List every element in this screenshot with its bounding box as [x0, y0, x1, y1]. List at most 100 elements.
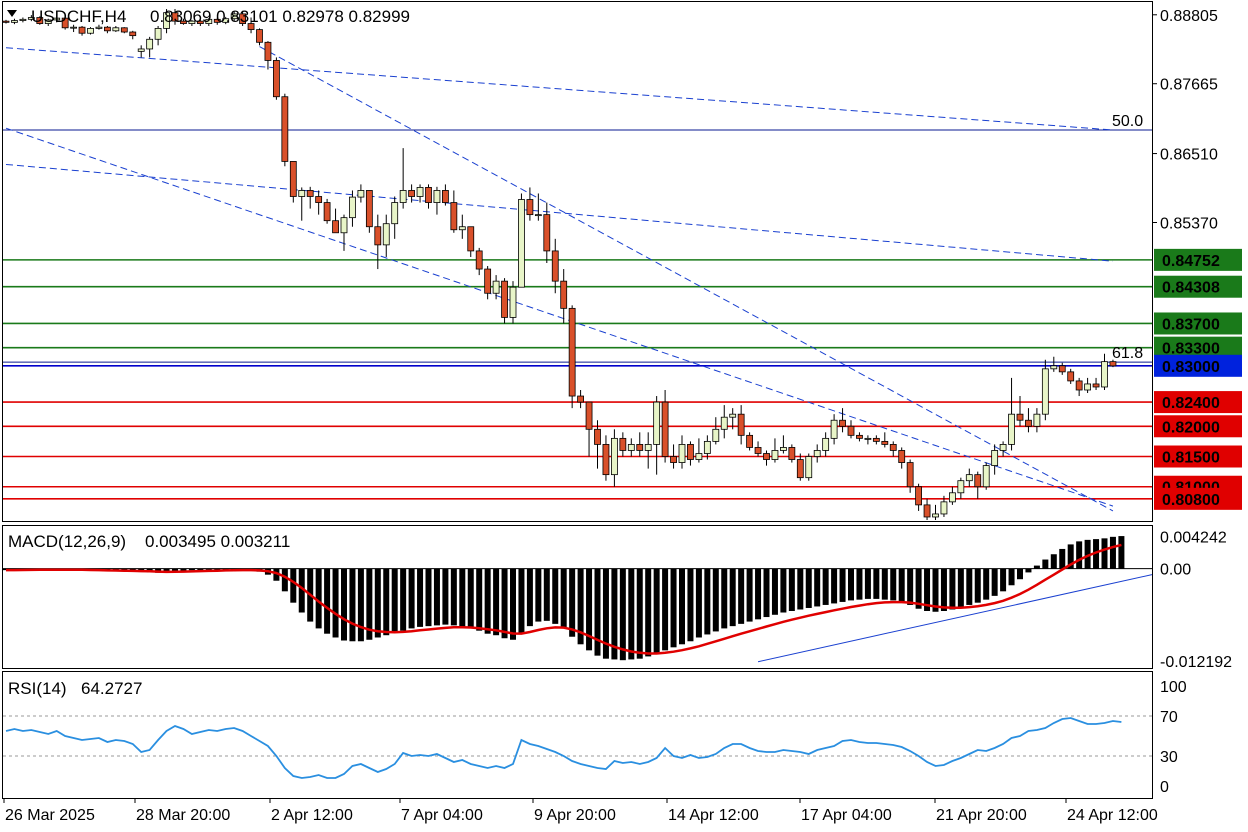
macd-bar — [890, 568, 897, 601]
macd-bar — [1076, 541, 1083, 569]
macd-bar — [628, 568, 635, 660]
macd-bar — [560, 568, 567, 629]
x-tick-label: 17 Apr 04:00 — [801, 807, 892, 824]
bull-candle — [830, 419, 838, 439]
y-tick-label: 0.85370 — [1160, 215, 1218, 232]
macd-bar — [1000, 568, 1007, 592]
bull-candle — [678, 444, 686, 463]
bear-candle — [974, 474, 982, 488]
bear-candle — [1067, 371, 1075, 382]
bear-candle — [1092, 383, 1100, 388]
bull-candle — [19, 18, 27, 21]
bear-candle — [78, 26, 86, 34]
rsi-value: 64.2727 — [81, 679, 142, 698]
bull-candle — [611, 437, 618, 476]
macd-bar — [856, 568, 863, 600]
trend-line — [5, 47, 1113, 131]
macd-bar — [543, 568, 550, 621]
macd-bar — [374, 568, 381, 638]
bear-candle — [670, 456, 677, 463]
rsi-panel-frame — [2, 671, 1153, 799]
bull-candle — [87, 27, 94, 34]
macd-bar — [831, 568, 838, 604]
macd-bar — [518, 568, 525, 634]
ohlc-values: 0.83069 0.83101 0.82978 0.82999 — [150, 7, 410, 26]
price-panel[interactable]: 50.0 61.8 — [2, 9, 1152, 520]
bull-candle — [70, 26, 77, 29]
bear-candle — [289, 161, 297, 197]
bull-candle — [712, 428, 720, 442]
bull-candle — [154, 27, 162, 40]
bear-candle — [839, 419, 846, 427]
level-tag-label: 0.80800 — [1162, 492, 1220, 509]
macd-tick-label: 0.00 — [1160, 562, 1191, 579]
bull-candle — [534, 214, 542, 217]
triangle-down-icon[interactable] — [7, 10, 17, 17]
macd-bar — [771, 568, 778, 615]
bear-candle — [1025, 419, 1032, 427]
macd-bar — [755, 568, 762, 620]
bear-candle — [1109, 361, 1117, 367]
bear-candle — [889, 444, 897, 451]
macd-bar — [695, 568, 702, 638]
bull-candle — [518, 199, 525, 288]
macd-bar — [1109, 536, 1116, 569]
macd-bar — [814, 568, 821, 607]
macd-bar — [687, 568, 694, 642]
bear-candle — [104, 26, 111, 32]
macd-bar — [636, 568, 643, 659]
macd-values: 0.003495 0.003211 — [145, 532, 290, 551]
macd-bar — [510, 568, 516, 640]
macd-bar — [788, 568, 795, 611]
macd-bar — [290, 568, 297, 603]
macd-bar — [349, 568, 356, 642]
macd-bar — [1059, 548, 1066, 569]
macd-bar — [324, 568, 331, 634]
trend-line — [259, 46, 1114, 512]
level-tag-label: 0.82000 — [1162, 419, 1220, 436]
macd-bar — [493, 568, 500, 636]
bull-candle — [1084, 383, 1091, 391]
bear-candle — [526, 199, 534, 216]
bear-candle — [306, 190, 314, 197]
y-tick-label: 0.88805 — [1160, 8, 1218, 25]
level-tag-label: 0.84752 — [1162, 253, 1220, 270]
bull-candle — [627, 444, 635, 451]
macd-bar — [679, 568, 685, 645]
bear-candle — [256, 29, 263, 43]
bull-candle — [932, 513, 939, 518]
macd-bar — [1118, 536, 1125, 569]
bear-candle — [475, 250, 483, 270]
bull-candle — [391, 202, 399, 225]
fib-label: 50.0 — [1112, 113, 1143, 130]
macd-bar — [797, 568, 804, 610]
macd-bar — [763, 568, 770, 618]
bear-candle — [1058, 365, 1066, 373]
x-tick-label: 26 Mar 2025 — [5, 807, 95, 824]
bear-candle — [1075, 380, 1083, 391]
rsi-tick-label: 70 — [1160, 709, 1178, 726]
x-tick-label: 2 Apr 12:00 — [271, 807, 353, 824]
macd-bar — [864, 568, 871, 599]
bear-candle — [915, 486, 922, 506]
macd-bar — [484, 568, 491, 634]
bull-candle — [695, 453, 703, 460]
bull-candle — [433, 190, 441, 203]
macd-bar — [619, 568, 626, 661]
x-tick-label: 7 Apr 04:00 — [401, 807, 483, 824]
rsi-tick-label: 100 — [1160, 679, 1187, 696]
macd-bar — [1033, 565, 1040, 569]
x-tick-label: 24 Apr 12:00 — [1067, 807, 1158, 824]
bull-candle — [112, 27, 120, 32]
bear-candle — [425, 187, 432, 203]
macd-bar — [383, 568, 390, 636]
rsi-panel[interactable]: 100 70 30 0 — [3, 679, 1187, 796]
chart-canvas: 50.061.8 0.0042420.00-0.012192 10070300 … — [2, 1, 1242, 824]
macd-bar — [738, 568, 745, 624]
macd-bar — [467, 568, 474, 629]
bear-candle — [467, 226, 475, 252]
macd-bar — [729, 568, 736, 627]
macd-bar — [357, 568, 364, 642]
bear-candle — [619, 437, 627, 451]
bear-candle — [881, 440, 889, 445]
